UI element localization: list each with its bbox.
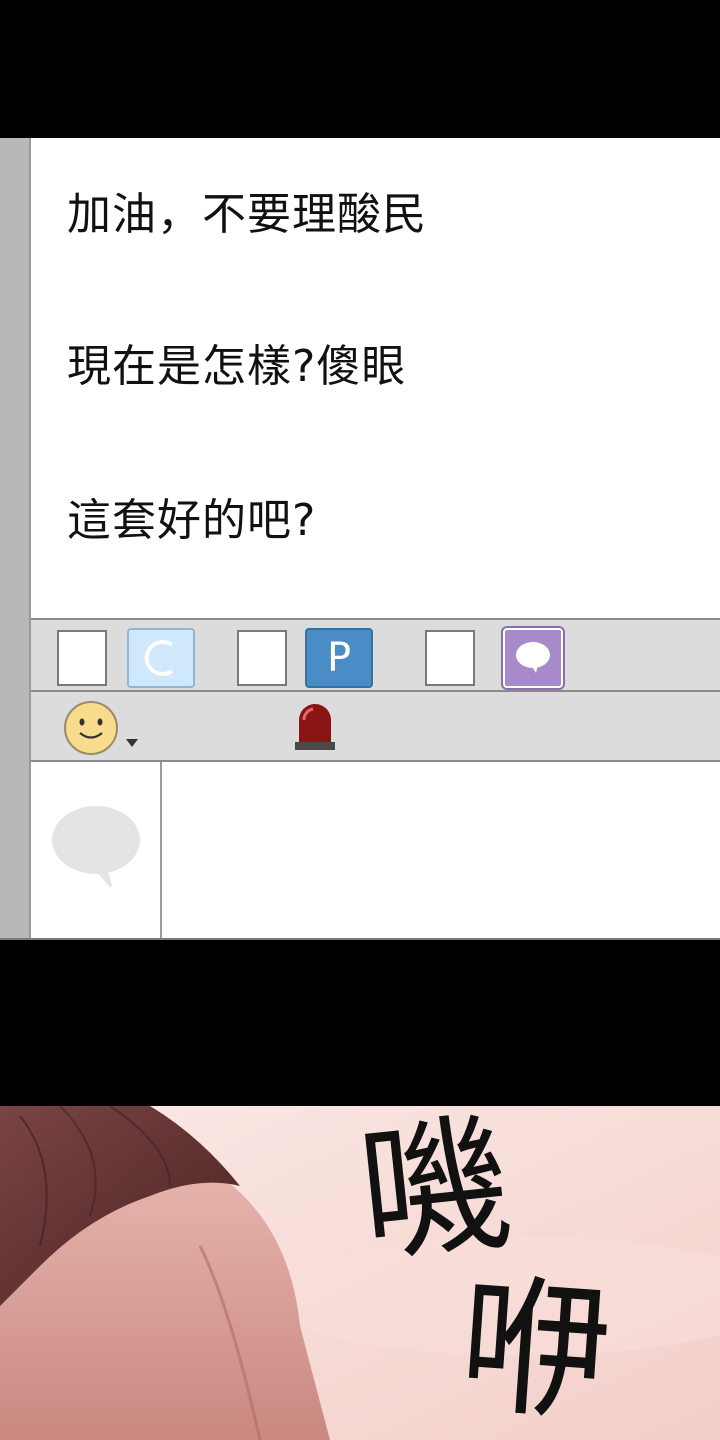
panel-gutter <box>0 940 720 1106</box>
chat-message: 加油，不要理酸民 <box>67 189 427 240</box>
siren-icon[interactable] <box>291 698 339 752</box>
chat-window: 加油，不要理酸民 現在是怎樣?傻眼 這套好的吧? P <box>0 138 720 940</box>
option-checkbox[interactable] <box>57 630 107 686</box>
comic-illustration: 嘰 咿 <box>0 1106 720 1440</box>
option-checkbox[interactable] <box>425 630 475 686</box>
option-checkbox[interactable] <box>237 630 287 686</box>
message-list: 加油，不要理酸民 現在是怎樣?傻眼 這套好的吧? <box>31 138 720 618</box>
message-input-area <box>31 762 720 940</box>
chat-scroll-rail <box>0 138 31 940</box>
speech-bubble-icon <box>52 806 140 888</box>
chevron-down-icon[interactable] <box>125 738 139 748</box>
action-toolbar <box>31 692 720 762</box>
c-icon-glyph <box>144 640 174 676</box>
message-input[interactable] <box>162 762 720 940</box>
c-icon[interactable] <box>127 628 195 688</box>
p-icon[interactable]: P <box>305 628 373 688</box>
speech-bubble-icon[interactable] <box>501 626 565 690</box>
chat-message: 現在是怎樣?傻眼 <box>67 341 407 392</box>
format-toolbar: P <box>31 618 720 692</box>
chat-message: 這套好的吧? <box>67 495 317 546</box>
sound-effect-line: 咿 <box>454 1258 616 1440</box>
avatar <box>31 762 162 940</box>
smiley-icon[interactable] <box>63 700 119 756</box>
sound-effect-line: 嘰 <box>351 1106 519 1286</box>
top-panel-border <box>0 0 720 138</box>
speech-bubble-glyph <box>516 642 550 673</box>
sound-effect-text: 嘰 咿 <box>351 1106 660 1440</box>
